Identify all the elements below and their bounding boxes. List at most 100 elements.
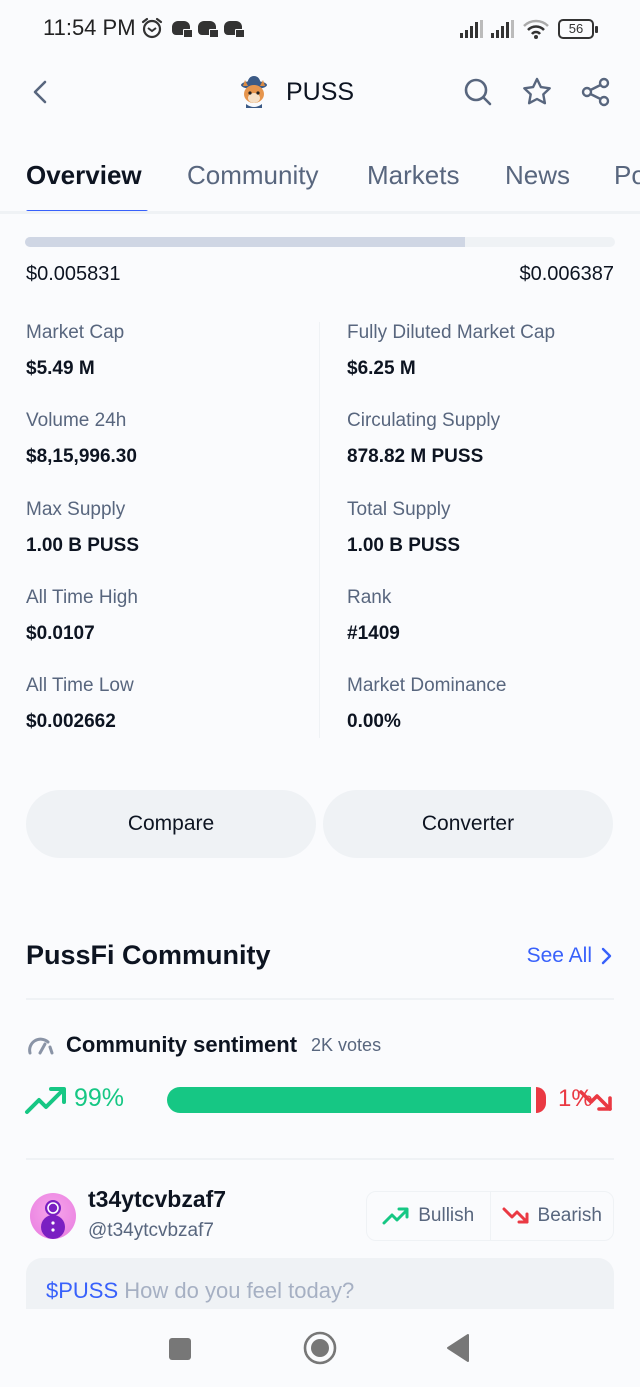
price-range-high: $0.006387 xyxy=(519,263,614,285)
stat-all-time-high: All Time High $0.0107 xyxy=(26,587,306,645)
price-range-bar xyxy=(25,237,615,247)
bearish-button[interactable]: Bearish xyxy=(489,1192,614,1240)
avatar-character-icon xyxy=(41,1200,65,1239)
gauge-icon xyxy=(28,1037,54,1055)
trending-down-icon xyxy=(579,1090,612,1111)
stat-label: All Time Low xyxy=(26,675,134,696)
search-button[interactable] xyxy=(462,76,494,108)
stat-circulating-supply: Circulating Supply 878.82 M PUSS xyxy=(347,410,627,468)
stat-label: Circulating Supply xyxy=(347,410,501,431)
sentiment-title: Community sentiment xyxy=(66,1032,298,1057)
tab-bar: Overview Community Markets News Po xyxy=(0,150,640,214)
battery-icon: 56 xyxy=(558,19,598,39)
alarm-icon xyxy=(141,17,163,39)
community-sentiment-header: Community sentiment 2K votes xyxy=(26,1032,381,1058)
stat-label: Market Cap xyxy=(26,322,125,343)
sentiment-votes: 2K votes xyxy=(311,1034,382,1055)
post-placeholder: How do you feel today? xyxy=(124,1278,355,1303)
gamepad-icon xyxy=(198,21,219,38)
tab-news[interactable]: News xyxy=(505,160,570,191)
coin-title: PUSS xyxy=(236,74,354,110)
price-range-low: $0.005831 xyxy=(26,263,121,285)
wifi-icon xyxy=(523,19,549,39)
square-icon xyxy=(169,1338,191,1360)
converter-button[interactable]: Converter xyxy=(323,790,613,858)
share-button[interactable] xyxy=(580,76,612,108)
user-handle: @t34ytcvbzaf7 xyxy=(88,1220,214,1241)
trending-up-icon xyxy=(382,1207,409,1225)
stat-label: Volume 24h xyxy=(26,410,127,431)
see-all-link[interactable]: See All xyxy=(527,944,612,968)
tab-portfolio[interactable]: Po xyxy=(614,160,640,191)
tab-community[interactable]: Community xyxy=(187,160,318,191)
stat-max-supply: Max Supply 1.00 B PUSS xyxy=(26,499,306,557)
back-button[interactable] xyxy=(28,76,52,108)
price-range-fill xyxy=(25,237,466,247)
stats-grid: Market Cap $5.49 M Volume 24h $8,15,996.… xyxy=(0,322,640,738)
signal-icon xyxy=(491,20,514,38)
sentiment-bar: 99% 1% xyxy=(24,1082,616,1118)
coin-symbol: PUSS xyxy=(286,77,355,106)
bearish-bar xyxy=(536,1087,546,1113)
community-section-title: PussFi Community xyxy=(26,940,271,970)
stat-total-supply: Total Supply 1.00 B PUSS xyxy=(347,499,627,557)
stat-value: $8,15,996.30 xyxy=(26,446,137,467)
chevron-right-icon xyxy=(601,947,612,965)
section-divider xyxy=(26,998,614,1000)
stat-label: Fully Diluted Market Cap xyxy=(347,322,556,343)
stat-label: Rank xyxy=(347,587,392,608)
stat-value: $0.0107 xyxy=(26,623,95,644)
post-coin-tag: $PUSS xyxy=(46,1278,119,1303)
stat-volume-24h: Volume 24h $8,15,996.30 xyxy=(26,410,306,468)
stat-label: All Time High xyxy=(26,587,138,608)
stat-value: $0.002662 xyxy=(26,711,116,732)
status-time: 11:54 PM xyxy=(43,15,136,40)
active-tab-indicator xyxy=(26,210,148,211)
stat-label: Max Supply xyxy=(26,499,126,520)
signal-icon xyxy=(460,20,483,38)
coin-header: PUSS xyxy=(0,60,640,124)
home-button[interactable] xyxy=(303,1331,337,1370)
bullish-label: Bullish xyxy=(418,1205,475,1226)
stat-fully-diluted-market-cap: Fully Diluted Market Cap $6.25 M xyxy=(347,322,627,380)
sentiment-vote-group: Bullish Bearish xyxy=(366,1191,614,1241)
star-icon xyxy=(523,77,551,105)
gamepad-icon xyxy=(224,21,245,38)
stat-label: Total Supply xyxy=(347,499,451,520)
stat-market-dominance: Market Dominance 0.00% xyxy=(347,675,627,733)
gamepad-icon xyxy=(172,21,193,38)
section-divider xyxy=(26,1158,614,1160)
tab-overview[interactable]: Overview xyxy=(26,160,142,191)
user-avatar[interactable] xyxy=(30,1193,76,1239)
stat-label: Market Dominance xyxy=(347,675,507,696)
bullish-bar xyxy=(167,1087,531,1113)
watchlist-button[interactable] xyxy=(521,76,553,108)
stat-value: 878.82 M PUSS xyxy=(347,446,484,467)
compare-button[interactable]: Compare xyxy=(26,790,316,858)
search-icon xyxy=(464,78,492,106)
user-name: t34ytcvbzaf7 xyxy=(88,1186,227,1212)
trending-up-icon xyxy=(25,1087,66,1114)
share-icon xyxy=(581,77,610,107)
stat-value: 1.00 B PUSS xyxy=(347,535,460,556)
bullish-button[interactable]: Bullish xyxy=(367,1192,490,1240)
recents-button[interactable] xyxy=(168,1337,192,1366)
stat-value: $6.25 M xyxy=(347,358,416,379)
bearish-label: Bearish xyxy=(537,1205,602,1226)
status-bar: 11:54 PM 56 xyxy=(0,0,640,60)
coin-logo-icon xyxy=(241,76,267,108)
chevron-left-icon xyxy=(33,80,47,104)
stat-value: #1409 xyxy=(347,623,400,644)
tab-markets[interactable]: Markets xyxy=(367,160,459,191)
stat-value: $5.49 M xyxy=(26,358,95,379)
triangle-back-icon xyxy=(447,1334,469,1362)
stat-market-cap: Market Cap $5.49 M xyxy=(26,322,306,380)
stat-all-time-low: All Time Low $0.002662 xyxy=(26,675,306,733)
see-all-label: See All xyxy=(526,944,592,967)
system-nav-bar xyxy=(0,1309,640,1387)
column-divider xyxy=(319,322,320,738)
system-back-button[interactable] xyxy=(446,1333,470,1368)
stat-rank: Rank #1409 xyxy=(347,587,627,645)
stat-value: 0.00% xyxy=(347,711,401,732)
stat-value: 1.00 B PUSS xyxy=(26,535,139,556)
